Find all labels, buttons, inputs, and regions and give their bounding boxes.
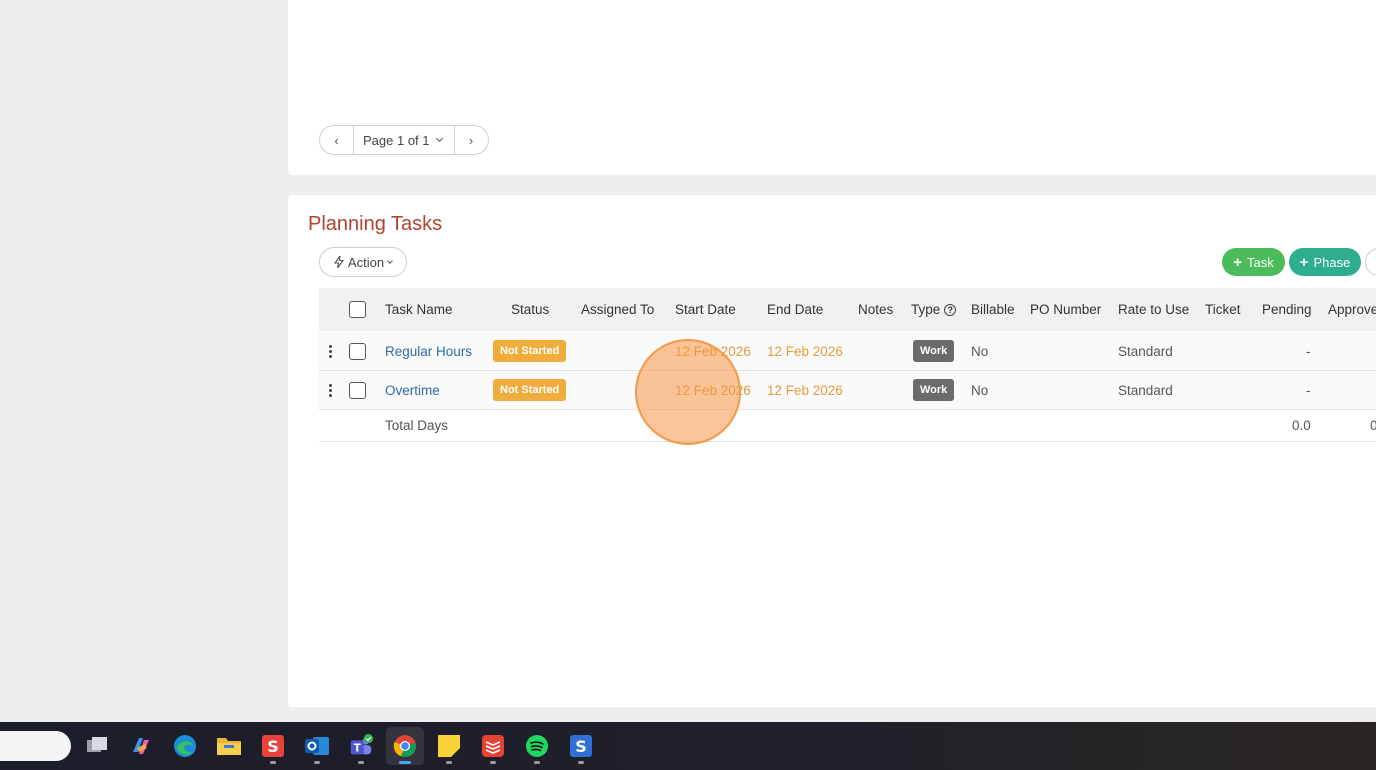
row-menu-icon[interactable] bbox=[329, 344, 332, 358]
page-label: Page 1 of 1 bbox=[363, 132, 430, 148]
outlook-icon[interactable] bbox=[304, 733, 330, 759]
chevron-left-icon: ‹ bbox=[334, 132, 339, 148]
total-row: Total Days 0.0 0 bbox=[319, 410, 1376, 442]
page-selector[interactable]: Page 1 of 1 bbox=[353, 126, 455, 154]
start-date: 12 Feb 2026 bbox=[675, 343, 751, 359]
status-badge: Not Started bbox=[493, 340, 567, 362]
col-status[interactable]: Status bbox=[511, 288, 549, 331]
col-notes[interactable]: Notes bbox=[858, 288, 893, 331]
rate-value: Standard bbox=[1118, 382, 1173, 398]
file-explorer-icon[interactable] bbox=[216, 733, 242, 759]
row-checkbox[interactable] bbox=[349, 342, 366, 360]
plus-icon: + bbox=[1233, 253, 1243, 271]
col-billable[interactable]: Billable bbox=[971, 288, 1015, 331]
active-indicator bbox=[399, 761, 411, 764]
table-row: Regular Hours Not Started 12 Feb 2026 12… bbox=[319, 332, 1376, 371]
status-badge: Not Started bbox=[493, 379, 567, 401]
task-view-icon[interactable] bbox=[84, 733, 110, 759]
end-date: 12 Feb 2026 bbox=[767, 343, 843, 359]
col-type-label: Type bbox=[911, 302, 941, 317]
running-indicator bbox=[270, 761, 276, 764]
type-badge: Work bbox=[913, 340, 955, 362]
select-all-checkbox[interactable] bbox=[349, 301, 366, 318]
running-indicator bbox=[358, 761, 364, 764]
copilot-icon[interactable] bbox=[128, 733, 154, 759]
running-indicator bbox=[314, 761, 320, 764]
action-button[interactable]: Action bbox=[319, 247, 407, 277]
task-name-link[interactable]: Overtime bbox=[385, 371, 440, 409]
running-indicator bbox=[490, 761, 496, 764]
pagination: ‹ Page 1 of 1 › bbox=[319, 125, 489, 155]
svg-text:S: S bbox=[575, 737, 587, 756]
col-pending[interactable]: Pending bbox=[1262, 288, 1312, 331]
col-ticket[interactable]: Ticket bbox=[1205, 288, 1241, 331]
running-indicator bbox=[578, 761, 584, 764]
total-label: Total Days bbox=[385, 418, 449, 433]
end-date: 12 Feb 2026 bbox=[767, 382, 843, 398]
start-date: 12 Feb 2026 bbox=[675, 382, 751, 398]
chevron-down-icon bbox=[435, 134, 443, 143]
col-task-name[interactable]: Task Name bbox=[385, 288, 453, 331]
rate-value: Standard bbox=[1118, 343, 1173, 359]
wps-icon[interactable]: S bbox=[260, 733, 286, 759]
col-approved[interactable]: Approve bbox=[1328, 288, 1376, 331]
billable-value: No bbox=[971, 382, 989, 398]
total-pending: 0.0 bbox=[1292, 418, 1311, 433]
row-checkbox[interactable] bbox=[349, 381, 366, 399]
planning-tasks-panel bbox=[288, 195, 1376, 707]
chevron-right-icon: › bbox=[468, 132, 474, 148]
edge-icon[interactable] bbox=[172, 733, 198, 759]
chrome-icon[interactable] bbox=[392, 733, 418, 759]
lightning-icon bbox=[333, 256, 344, 268]
help-icon[interactable]: ? bbox=[944, 303, 957, 316]
table-header: Task Name Status Assigned To Start Date … bbox=[319, 288, 1376, 331]
plus-icon: + bbox=[1299, 253, 1309, 271]
svg-text:T: T bbox=[354, 744, 361, 755]
pending-value: - bbox=[1306, 382, 1311, 398]
task-name-link[interactable]: Regular Hours bbox=[385, 332, 472, 370]
taskbar bbox=[0, 722, 1376, 770]
col-type[interactable]: Type ? bbox=[911, 288, 957, 331]
pending-value: - bbox=[1306, 343, 1311, 359]
chevron-down-icon bbox=[387, 257, 393, 264]
running-indicator bbox=[534, 761, 540, 764]
svg-text:S: S bbox=[267, 737, 279, 756]
teams-icon[interactable]: T bbox=[348, 733, 374, 759]
taskbar-search[interactable] bbox=[0, 731, 71, 761]
col-assigned-to[interactable]: Assigned To bbox=[581, 288, 654, 331]
sticky-notes-icon[interactable] bbox=[436, 733, 462, 759]
add-task-button[interactable]: + Task bbox=[1222, 248, 1285, 276]
table-row: Overtime Not Started 12 Feb 2026 12 Feb … bbox=[319, 371, 1376, 410]
col-rate[interactable]: Rate to Use bbox=[1118, 288, 1189, 331]
next-page-button[interactable]: › bbox=[455, 126, 488, 154]
app-s-icon[interactable]: S bbox=[568, 733, 594, 759]
row-menu-icon[interactable] bbox=[329, 383, 332, 397]
running-indicator bbox=[446, 761, 452, 764]
col-end-date[interactable]: End Date bbox=[767, 288, 823, 331]
col-start-date[interactable]: Start Date bbox=[675, 288, 736, 331]
add-phase-label: Phase bbox=[1313, 254, 1351, 270]
prev-page-button[interactable]: ‹ bbox=[320, 126, 353, 154]
spotify-icon[interactable] bbox=[524, 733, 550, 759]
type-badge: Work bbox=[913, 379, 955, 401]
col-po-number[interactable]: PO Number bbox=[1030, 288, 1101, 331]
add-task-label: Task bbox=[1247, 254, 1274, 270]
action-label: Action bbox=[347, 254, 385, 270]
add-phase-button[interactable]: + Phase bbox=[1289, 248, 1361, 276]
todoist-icon[interactable] bbox=[480, 733, 506, 759]
billable-value: No bbox=[971, 343, 989, 359]
total-approved: 0 bbox=[1370, 418, 1376, 433]
section-title: Planning Tasks bbox=[308, 213, 443, 235]
